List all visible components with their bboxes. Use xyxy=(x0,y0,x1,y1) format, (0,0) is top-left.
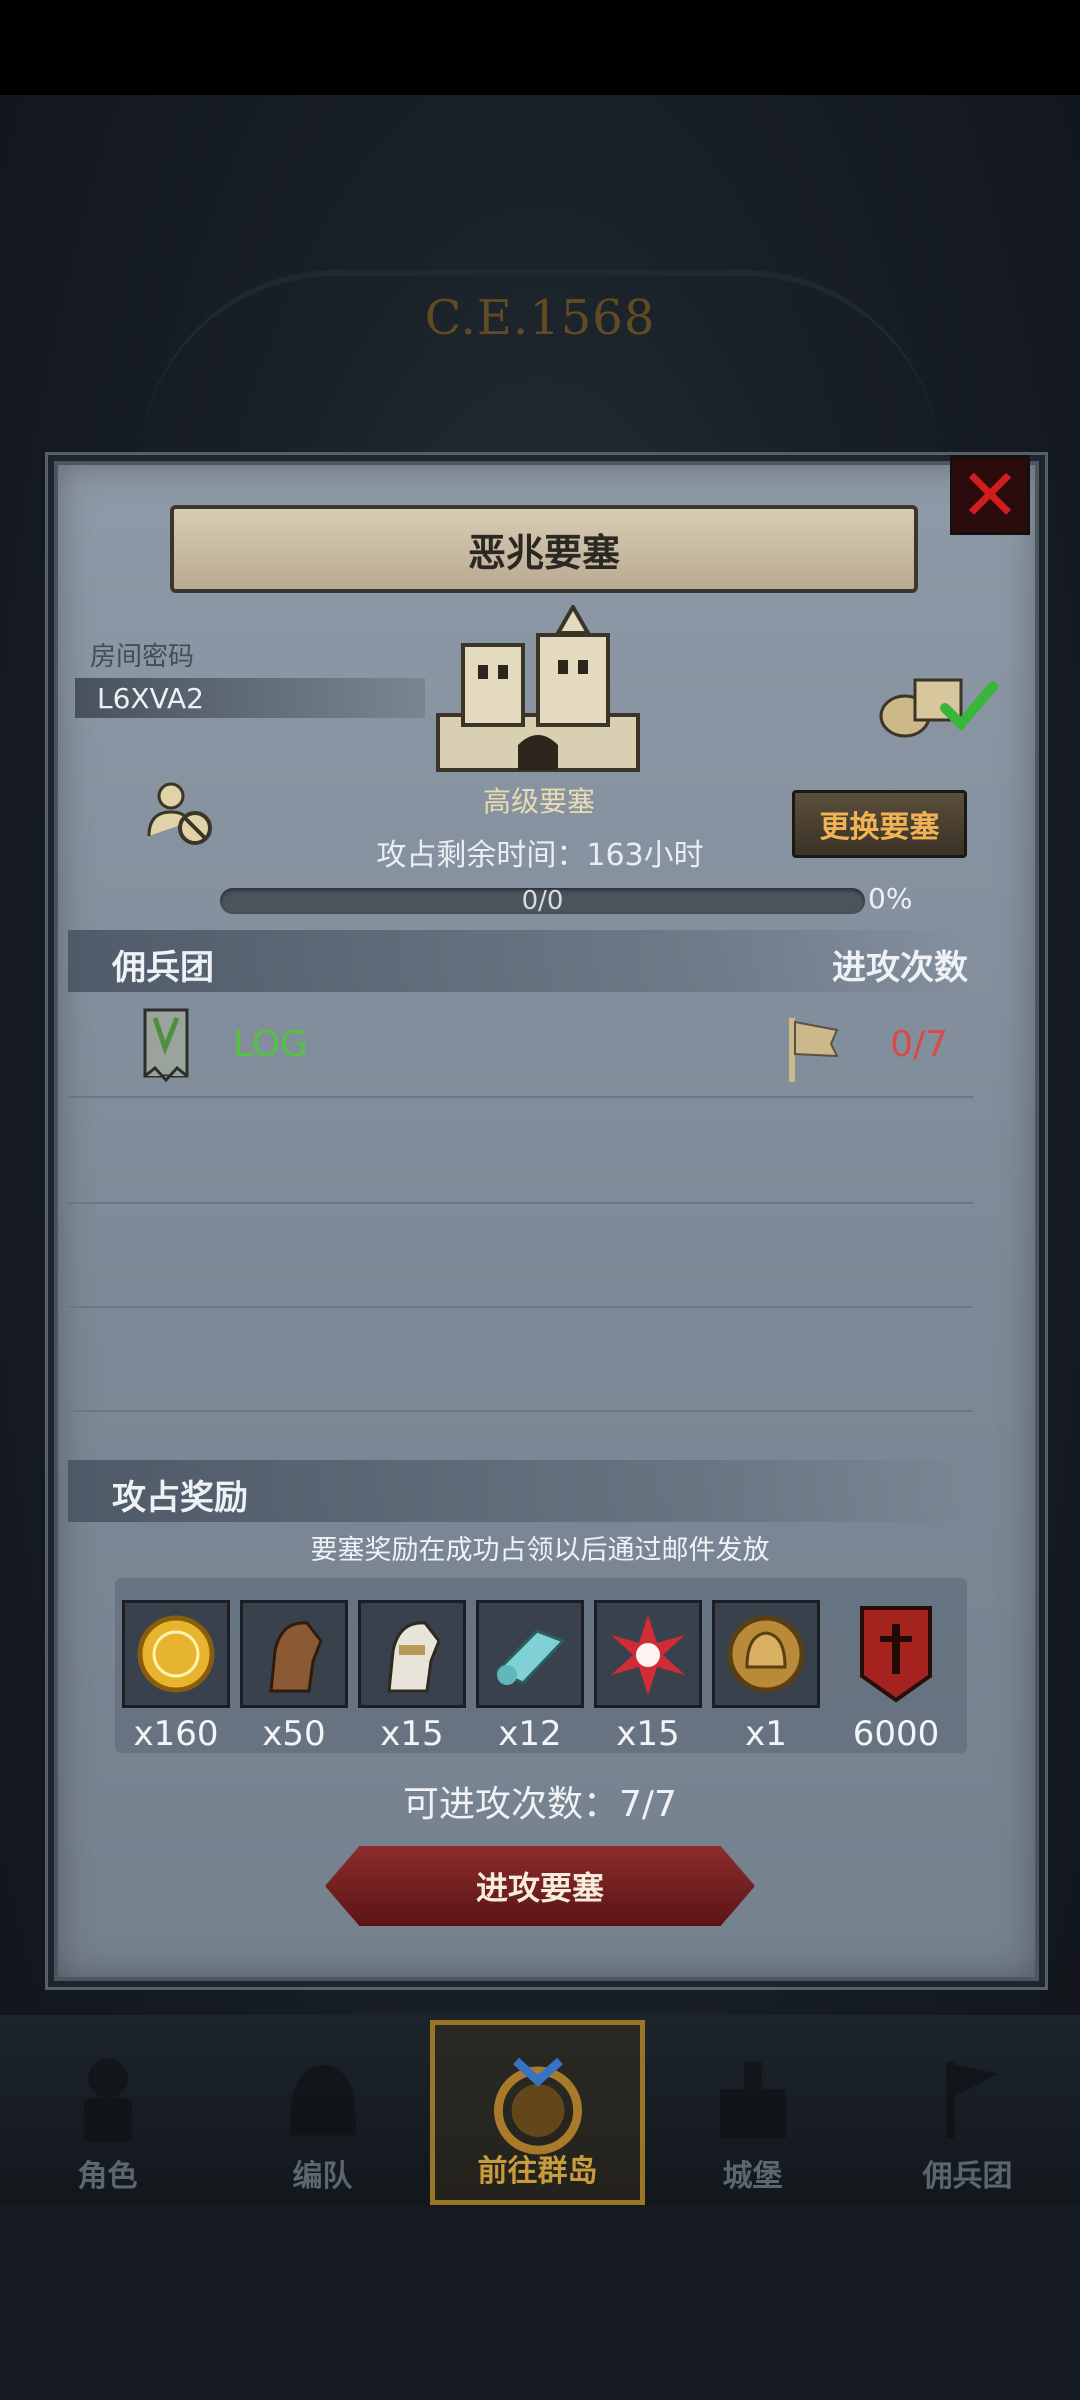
reward-item[interactable]: x15 xyxy=(594,1600,702,1754)
user-blocked-icon[interactable] xyxy=(145,778,215,848)
remaining-attacks: 可进攻次数：7/7 xyxy=(403,1784,677,1825)
reward-qty: x160 xyxy=(133,1714,219,1754)
supply-bag-check-icon[interactable] xyxy=(875,668,1000,738)
room-label: 房间密码 xyxy=(90,642,195,672)
gold-coin-icon xyxy=(137,1615,215,1693)
attack-flag-icon xyxy=(789,1018,839,1082)
close-icon: ✕ xyxy=(959,453,1021,537)
bottom-area xyxy=(0,2205,1080,2400)
guild-banner-icon xyxy=(143,1008,189,1082)
guild-row-empty xyxy=(68,1306,973,1412)
reward-qty: 6000 xyxy=(852,1714,940,1754)
nav-label: 角色 xyxy=(77,2159,138,2194)
nav-item-guild[interactable]: 佣兵团 xyxy=(860,2020,1075,2205)
reward-item[interactable]: x160 xyxy=(122,1600,230,1754)
dialog-title: 恶兆要塞 xyxy=(467,530,620,575)
nav-item-character[interactable]: 角色 xyxy=(0,2020,215,2205)
flag-icon xyxy=(945,2061,999,2139)
fortress-icon xyxy=(436,605,640,772)
guild-attack-count: 0/7 xyxy=(890,1024,948,1065)
guild-row-empty xyxy=(68,1202,973,1308)
room-code: L6XVA2 xyxy=(97,681,204,715)
reward-qty: x12 xyxy=(498,1714,562,1754)
reward-qty: x15 xyxy=(380,1714,444,1754)
reward-header: 攻占奖励 xyxy=(112,1478,248,1518)
helmet-icon xyxy=(289,2064,356,2136)
guild-row[interactable]: LOG 0/7 xyxy=(68,1000,973,1098)
close-button[interactable]: ✕ xyxy=(950,455,1030,535)
attack-count-header: 进攻次数 xyxy=(832,948,968,988)
guild-name: LOG xyxy=(233,1024,309,1065)
change-fortress-label: 更换要塞 xyxy=(819,810,940,845)
guild-banner-icon xyxy=(860,1606,932,1703)
nav-item-castle[interactable]: 城堡 xyxy=(645,2020,860,2205)
reward-item[interactable]: x1 xyxy=(712,1600,820,1754)
reward-item[interactable]: x15 xyxy=(358,1600,466,1754)
attack-fortress-label: 进攻要塞 xyxy=(475,1869,604,1907)
armored-horse-icon xyxy=(387,1621,441,1693)
progress-text: 0/0 xyxy=(521,886,564,916)
reward-item[interactable]: x50 xyxy=(240,1600,348,1754)
cloth-roll-icon xyxy=(494,1629,566,1685)
nav-label: 城堡 xyxy=(722,2159,783,2194)
reward-qty: x1 xyxy=(745,1714,787,1754)
castle-icon xyxy=(719,2061,786,2139)
attack-fortress-button[interactable]: 进攻要塞 xyxy=(325,1846,755,1926)
reward-qty: x15 xyxy=(616,1714,680,1754)
compass-icon xyxy=(493,2057,582,2155)
reward-item[interactable]: x12 xyxy=(476,1600,584,1754)
remaining-time: 攻占剩余时间：163小时 xyxy=(376,838,704,873)
reward-item[interactable]: 6000 xyxy=(842,1600,950,1754)
fortress-grade: 高级要塞 xyxy=(482,785,595,818)
nav-label: 编队 xyxy=(292,2159,353,2194)
reward-notice: 要塞奖励在成功占领以后通过邮件发放 xyxy=(310,1535,770,1566)
progress-percent: 0% xyxy=(868,882,913,915)
dialog-title-banner: 恶兆要塞 xyxy=(170,505,918,593)
capture-progress-bar: 0/0 xyxy=(220,888,865,914)
helmet-medal-icon xyxy=(727,1615,805,1693)
nav-item-formation[interactable]: 编队 xyxy=(215,2020,430,2205)
red-star-icon xyxy=(611,1615,685,1695)
nav-label: 佣兵团 xyxy=(922,2159,1013,2194)
room-code-field[interactable]: L6XVA2 xyxy=(75,678,425,718)
guild-header: 佣兵团 xyxy=(112,948,214,988)
guild-row-empty xyxy=(68,1098,973,1204)
change-fortress-button[interactable]: 更换要塞 xyxy=(792,790,967,858)
brown-horse-icon xyxy=(269,1621,323,1693)
nav-item-archipelago[interactable]: 前往群岛 xyxy=(430,2020,645,2205)
reward-qty: x50 xyxy=(262,1714,326,1754)
knight-icon xyxy=(83,2058,132,2142)
nav-label: 前往群岛 xyxy=(477,2154,598,2189)
